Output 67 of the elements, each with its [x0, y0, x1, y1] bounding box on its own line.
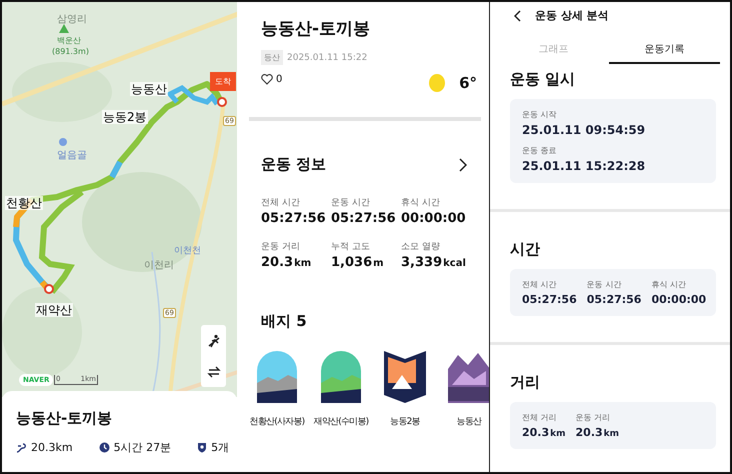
section-title: 운동 정보 — [261, 155, 326, 174]
route-label: 능동산 — [130, 82, 168, 96]
route-label: 능동2봉 — [102, 110, 148, 124]
section-title: 배지 5 — [261, 312, 308, 331]
route-title: 능동산-토끼봉 — [16, 409, 114, 428]
field-value: 20.3 km — [576, 426, 620, 439]
stat-value: 05:27:56 — [331, 211, 397, 226]
badge-name: 재약산(수미봉) — [314, 416, 368, 428]
field-label: 전체 거리 — [522, 412, 558, 423]
badge-name: 천황산(사자봉) — [250, 416, 304, 428]
stat-value: 1,036 m — [331, 255, 385, 270]
place-label: 이천리 — [144, 259, 174, 272]
swap-icon[interactable] — [206, 364, 220, 378]
stat-label: 전체 시간 — [261, 197, 301, 209]
section-title: 거리 — [510, 373, 541, 392]
field-label: 운동 종료 — [522, 145, 558, 156]
hiker-icon[interactable] — [206, 334, 220, 348]
field-value: 25.01.11 15:22:28 — [522, 159, 646, 173]
badge-emblem — [254, 349, 300, 405]
summary-stat: 20.3km — [31, 441, 73, 454]
route-label: 천황산 — [5, 196, 43, 210]
field-value: 05:27:56 — [522, 293, 577, 306]
place-label: 얼음골 — [57, 149, 87, 162]
summary-stat: 5시간 27분 — [114, 440, 172, 455]
stat-value: 05:27:56 — [261, 211, 327, 226]
heart-icon[interactable] — [261, 74, 273, 85]
like-count: 0 — [276, 74, 282, 85]
badge-name: 능동산 — [456, 416, 482, 428]
stat-value: 3,339 kcal — [401, 255, 467, 270]
section-title: 운동 일시 — [510, 70, 576, 89]
stat-label: 휴식 시간 — [401, 197, 441, 209]
stat-label: 누적 고도 — [331, 241, 371, 253]
badge-emblem — [382, 349, 428, 405]
chevron-right-icon[interactable] — [459, 158, 467, 172]
place-label: 삼영리 — [57, 13, 87, 26]
field-label: 전체 시간 — [522, 279, 558, 290]
section-title: 시간 — [510, 240, 541, 259]
distance-icon — [16, 442, 27, 453]
place-label: 백운산 — [57, 35, 81, 46]
temperature: 6° — [459, 74, 477, 92]
sun-icon — [429, 74, 446, 92]
stat-label: 소모 열량 — [401, 241, 441, 253]
route-label: 재약산 — [35, 303, 73, 318]
field-label: 휴식 시간 — [651, 279, 688, 290]
field-value: 20.3 km — [522, 426, 566, 439]
field-label: 운동 시간 — [586, 279, 622, 290]
field-value: 05:27:56 — [586, 293, 642, 306]
badge-emblem — [318, 349, 364, 405]
badge-name: 능동2봉 — [390, 416, 420, 428]
place-label: (891.3m) — [52, 47, 89, 56]
place-label: 이천천 — [174, 245, 201, 257]
stat-label: 운동 시간 — [331, 197, 371, 209]
record-title: 능동산-토끼봉 — [261, 18, 370, 40]
field-label: 운동 거리 — [576, 412, 612, 423]
field-value: 00:00:00 — [651, 293, 706, 306]
field-label: 운동 시작 — [522, 109, 558, 120]
summary-stat: 5개 — [211, 440, 230, 455]
tab[interactable]: 운동기록 — [609, 39, 720, 64]
stat-value: 20.3 km — [261, 255, 312, 270]
activity-tag: 등산 — [261, 50, 283, 65]
record-date: 2025.01.11 15:22 — [287, 52, 368, 62]
stat-label: 운동 거리 — [261, 241, 301, 253]
stat-value: 00:00:00 — [401, 211, 467, 226]
finish-marker: 도착 — [210, 72, 236, 91]
field-value: 25.01.11 09:54:59 — [522, 123, 646, 137]
screen-title: 운동 상세 분석 — [535, 8, 609, 23]
back-icon[interactable] — [514, 10, 521, 22]
